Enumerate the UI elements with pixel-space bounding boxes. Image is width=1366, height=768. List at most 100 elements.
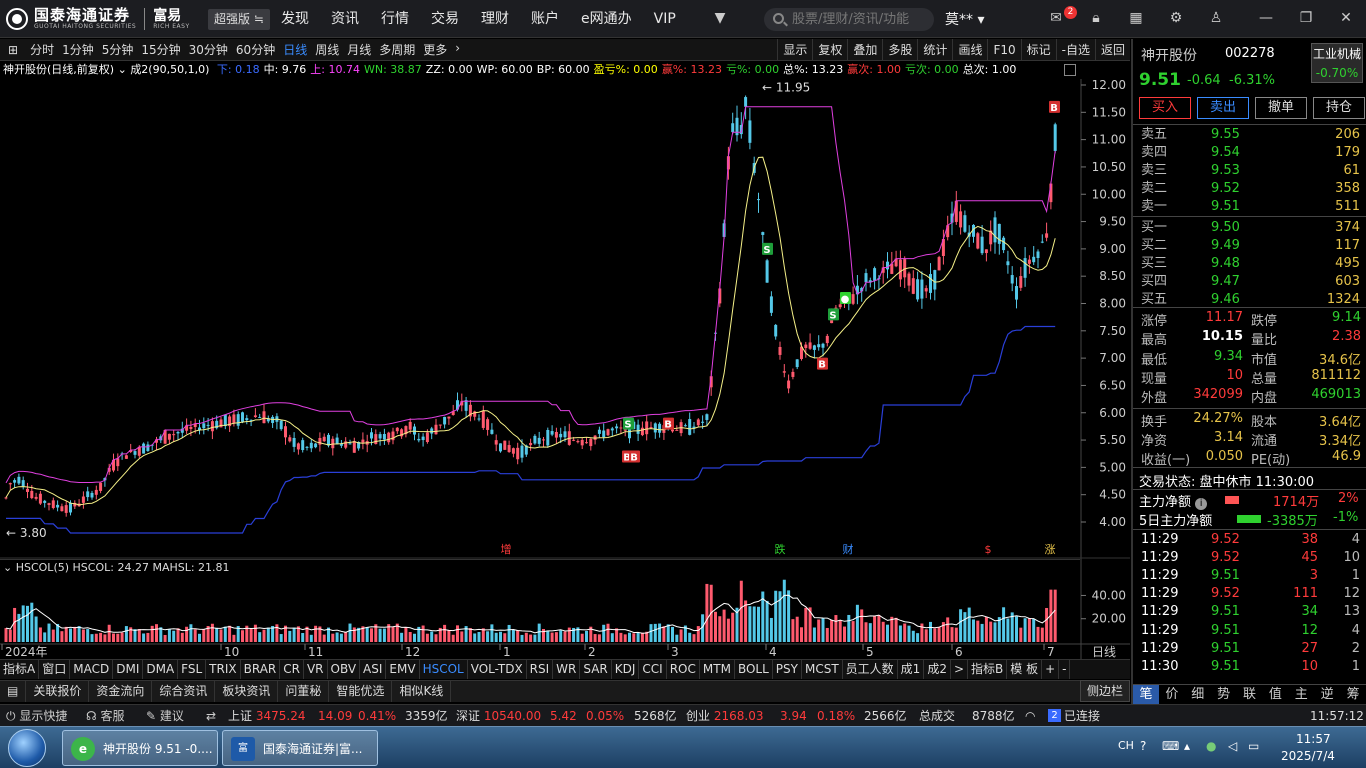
event-mark[interactable]: 涨 <box>1045 543 1056 556</box>
volume-indicator-name[interactable]: HSCOL(5) <box>16 561 69 574</box>
detail-tab-8[interactable]: 筹 <box>1340 685 1366 704</box>
clock-time[interactable]: 11:57 <box>1296 732 1331 746</box>
tray-arrow-icon[interactable]: ▴ <box>1184 739 1190 753</box>
period-tab-10[interactable]: 更多 <box>419 41 451 58</box>
indicator-tab-14[interactable]: VOL-TDX <box>468 660 527 679</box>
cy-index[interactable]: 创业 2168.03 <box>686 705 763 727</box>
tool-button-3[interactable]: 多股 <box>882 39 917 61</box>
tool-button-5[interactable]: 画线 <box>952 39 987 61</box>
indicator-tab-6[interactable]: TRIX <box>206 660 241 679</box>
detail-tab-0[interactable]: 笔 <box>1133 685 1159 704</box>
detail-tab-4[interactable]: 联 <box>1237 685 1263 704</box>
nav-item-2[interactable]: 行情 <box>370 0 420 38</box>
detail-tab-5[interactable]: 值 <box>1262 685 1288 704</box>
event-mark[interactable]: 增 <box>501 542 512 556</box>
period-tab-5[interactable]: 60分钟 <box>232 41 279 58</box>
subtab-4[interactable]: 问董秘 <box>278 681 330 702</box>
detail-tab-3[interactable]: 势 <box>1211 685 1237 704</box>
taskbar-app-quote[interactable]: e 神开股份 9.51 -0.... <box>62 730 218 766</box>
ask-row[interactable]: 卖五 9.55 206 <box>1133 126 1366 144</box>
detail-tab-7[interactable]: 逆 <box>1314 685 1340 704</box>
indicator-tab-30[interactable]: 模 板 <box>1007 660 1043 679</box>
detail-tab-6[interactable]: 主 <box>1288 685 1314 704</box>
indicator-tab-13[interactable]: HSCOL <box>420 660 468 679</box>
indicator-tab-19[interactable]: CCI <box>639 660 667 679</box>
indicator-tab-32[interactable]: - <box>1059 660 1071 679</box>
period-tab-9[interactable]: 多周期 <box>375 41 419 58</box>
detail-tab-2[interactable]: 细 <box>1185 685 1211 704</box>
sh-index[interactable]: 上证 3475.24 <box>228 705 305 727</box>
sector-box[interactable]: 工业机械 -0.70% <box>1311 43 1363 83</box>
ask-row[interactable]: 卖三 9.53 61 <box>1133 162 1366 180</box>
event-mark[interactable]: $ <box>985 543 992 556</box>
sz-index[interactable]: 深证 10540.00 <box>456 705 541 727</box>
indicator-tab-20[interactable]: ROC <box>667 660 700 679</box>
indicator-tab-29[interactable]: 指标B <box>968 660 1008 679</box>
trade-action-2[interactable]: 撤单 <box>1255 97 1307 119</box>
nav-dropdown-icon[interactable]: ▼ <box>712 10 728 26</box>
quick-toggle[interactable]: ⏻ 显示快捷 <box>6 705 67 727</box>
indicator-tab-2[interactable]: MACD <box>70 660 114 679</box>
trade-action-1[interactable]: 卖出 <box>1197 97 1249 119</box>
subtab-5[interactable]: 智能优选 <box>329 681 393 702</box>
tool-button-8[interactable]: -自选 <box>1055 39 1095 61</box>
broker-logo[interactable]: 国泰海通证券 GUOTAI HAITONG SECURITIES 富易 RICH… <box>6 8 190 30</box>
detail-tab-1[interactable]: 价 <box>1159 685 1185 704</box>
indicator-tab-15[interactable]: RSI <box>527 660 554 679</box>
nav-item-3[interactable]: 交易 <box>420 0 470 38</box>
grid-icon[interactable]: ▦ <box>1128 10 1144 26</box>
bid-row[interactable]: 买四 9.47 603 <box>1133 273 1366 291</box>
tray-app-icon[interactable]: ● <box>1206 739 1216 753</box>
indicator-tab-24[interactable]: MCST <box>802 660 843 679</box>
clock-date[interactable]: 2025/7/4 <box>1281 749 1335 763</box>
minimize-icon[interactable]: — <box>1258 10 1274 26</box>
period-tab-6[interactable]: 日线 <box>279 41 311 58</box>
nav-item-1[interactable]: 资讯 <box>320 0 370 38</box>
subtab-3[interactable]: 板块资讯 <box>215 681 279 702</box>
period-tab-8[interactable]: 月线 <box>343 41 375 58</box>
indicator-tab-12[interactable]: EMV <box>386 660 420 679</box>
period-tab-1[interactable]: 1分钟 <box>58 41 98 58</box>
user-menu[interactable]: 莫** ▾ <box>945 9 984 29</box>
nav-item-5[interactable]: 账户 <box>520 0 570 38</box>
tool-button-7[interactable]: 标记 <box>1020 39 1056 61</box>
indicator-tab-10[interactable]: OBV <box>328 660 361 679</box>
indicator-tab-1[interactable]: 窗口 <box>39 660 71 679</box>
ask-row[interactable]: 卖二 9.52 358 <box>1133 180 1366 198</box>
period-tab-3[interactable]: 15分钟 <box>137 41 184 58</box>
bid-row[interactable]: 买三 9.48 495 <box>1133 255 1366 273</box>
gear-icon[interactable]: ⚙ <box>1168 10 1184 26</box>
indicator-tab-7[interactable]: BRAR <box>241 660 281 679</box>
indicator-tab-23[interactable]: PSY <box>773 660 802 679</box>
suggest-button[interactable]: ✎ 建议 <box>146 705 184 727</box>
tool-button-1[interactable]: 复权 <box>812 39 847 61</box>
indicator-tab-26[interactable]: 成1 <box>898 660 925 679</box>
taskbar-app-broker[interactable]: 富 国泰海通证券|富... <box>222 730 378 766</box>
subtab-6[interactable]: 相似K线 <box>392 681 452 702</box>
indicator-tab-27[interactable]: 成2 <box>924 660 951 679</box>
indicator-tab-18[interactable]: KDJ <box>612 660 640 679</box>
nav-item-4[interactable]: 理财 <box>470 0 520 38</box>
nav-item-7[interactable]: VIP <box>643 0 687 38</box>
trade-action-3[interactable]: 持仓 <box>1313 97 1365 119</box>
service-button[interactable]: ☊ 客服 <box>86 705 125 727</box>
indicator-tab-11[interactable]: ASI <box>360 660 387 679</box>
indicator-tab-8[interactable]: CR <box>280 660 304 679</box>
dropdown-icon[interactable]: ⌄ <box>3 561 12 574</box>
dropdown-icon[interactable]: ⌄ <box>118 63 127 76</box>
indicator-tab-31[interactable]: + <box>1042 660 1060 679</box>
info-icon[interactable]: i <box>1195 498 1208 510</box>
indicator-tab-22[interactable]: BOLL <box>735 660 773 679</box>
indicator-tab-16[interactable]: WR <box>553 660 581 679</box>
grid-small-icon[interactable]: ⊞ <box>0 43 26 57</box>
tool-button-0[interactable]: 显示 <box>777 39 812 61</box>
help-icon[interactable]: ? <box>1140 739 1146 753</box>
indicator-tab-21[interactable]: MTM <box>700 660 735 679</box>
mail-icon[interactable]: ✉ <box>1048 10 1064 26</box>
period-tab-7[interactable]: 周线 <box>311 41 343 58</box>
tool-button-9[interactable]: 返回 <box>1094 39 1130 61</box>
volume-icon[interactable]: ◁ <box>1228 739 1237 753</box>
indicator-tab-5[interactable]: FSL <box>178 660 207 679</box>
restore-icon[interactable]: ❐ <box>1298 10 1314 26</box>
period-tab-0[interactable]: 分时 <box>26 41 58 58</box>
